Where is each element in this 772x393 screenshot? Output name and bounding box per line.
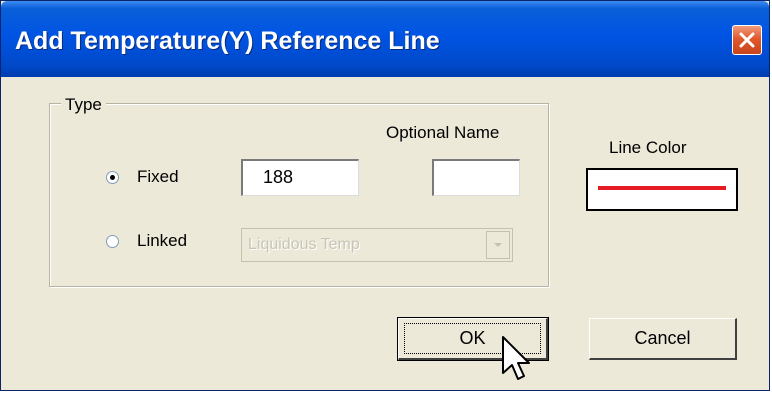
radio-selected-dot (110, 175, 115, 180)
fixed-radio[interactable] (106, 171, 119, 184)
optional-name-label: Optional Name (386, 123, 500, 142)
type-group-legend: Type (61, 95, 106, 115)
line-color-label: Line Color (609, 138, 687, 157)
linked-dropdown[interactable]: Liquidous Temp (241, 228, 513, 262)
line-color-swatch[interactable] (586, 168, 738, 211)
cancel-label: Cancel (634, 328, 691, 348)
dialog-title: Add Temperature(Y) Reference Line (15, 27, 440, 55)
line-color-sample (598, 186, 726, 190)
fixed-label[interactable]: Fixed (137, 167, 179, 187)
chevron-down-icon (494, 243, 502, 247)
linked-label[interactable]: Linked (137, 231, 187, 251)
dropdown-arrow-button[interactable] (486, 231, 510, 259)
close-button[interactable] (732, 25, 762, 55)
fixed-value-input[interactable]: 188 (241, 159, 359, 196)
linked-dropdown-value: Liquidous Temp (248, 236, 360, 253)
dialog-window: Add Temperature(Y) Reference Line Type O… (0, 0, 770, 391)
title-bar[interactable]: Add Temperature(Y) Reference Line (1, 1, 769, 77)
close-icon (739, 32, 755, 48)
optional-name-input[interactable] (432, 159, 520, 196)
linked-radio[interactable] (106, 235, 119, 248)
cancel-button[interactable]: Cancel (589, 318, 737, 360)
pointer-cursor-icon (502, 336, 530, 380)
